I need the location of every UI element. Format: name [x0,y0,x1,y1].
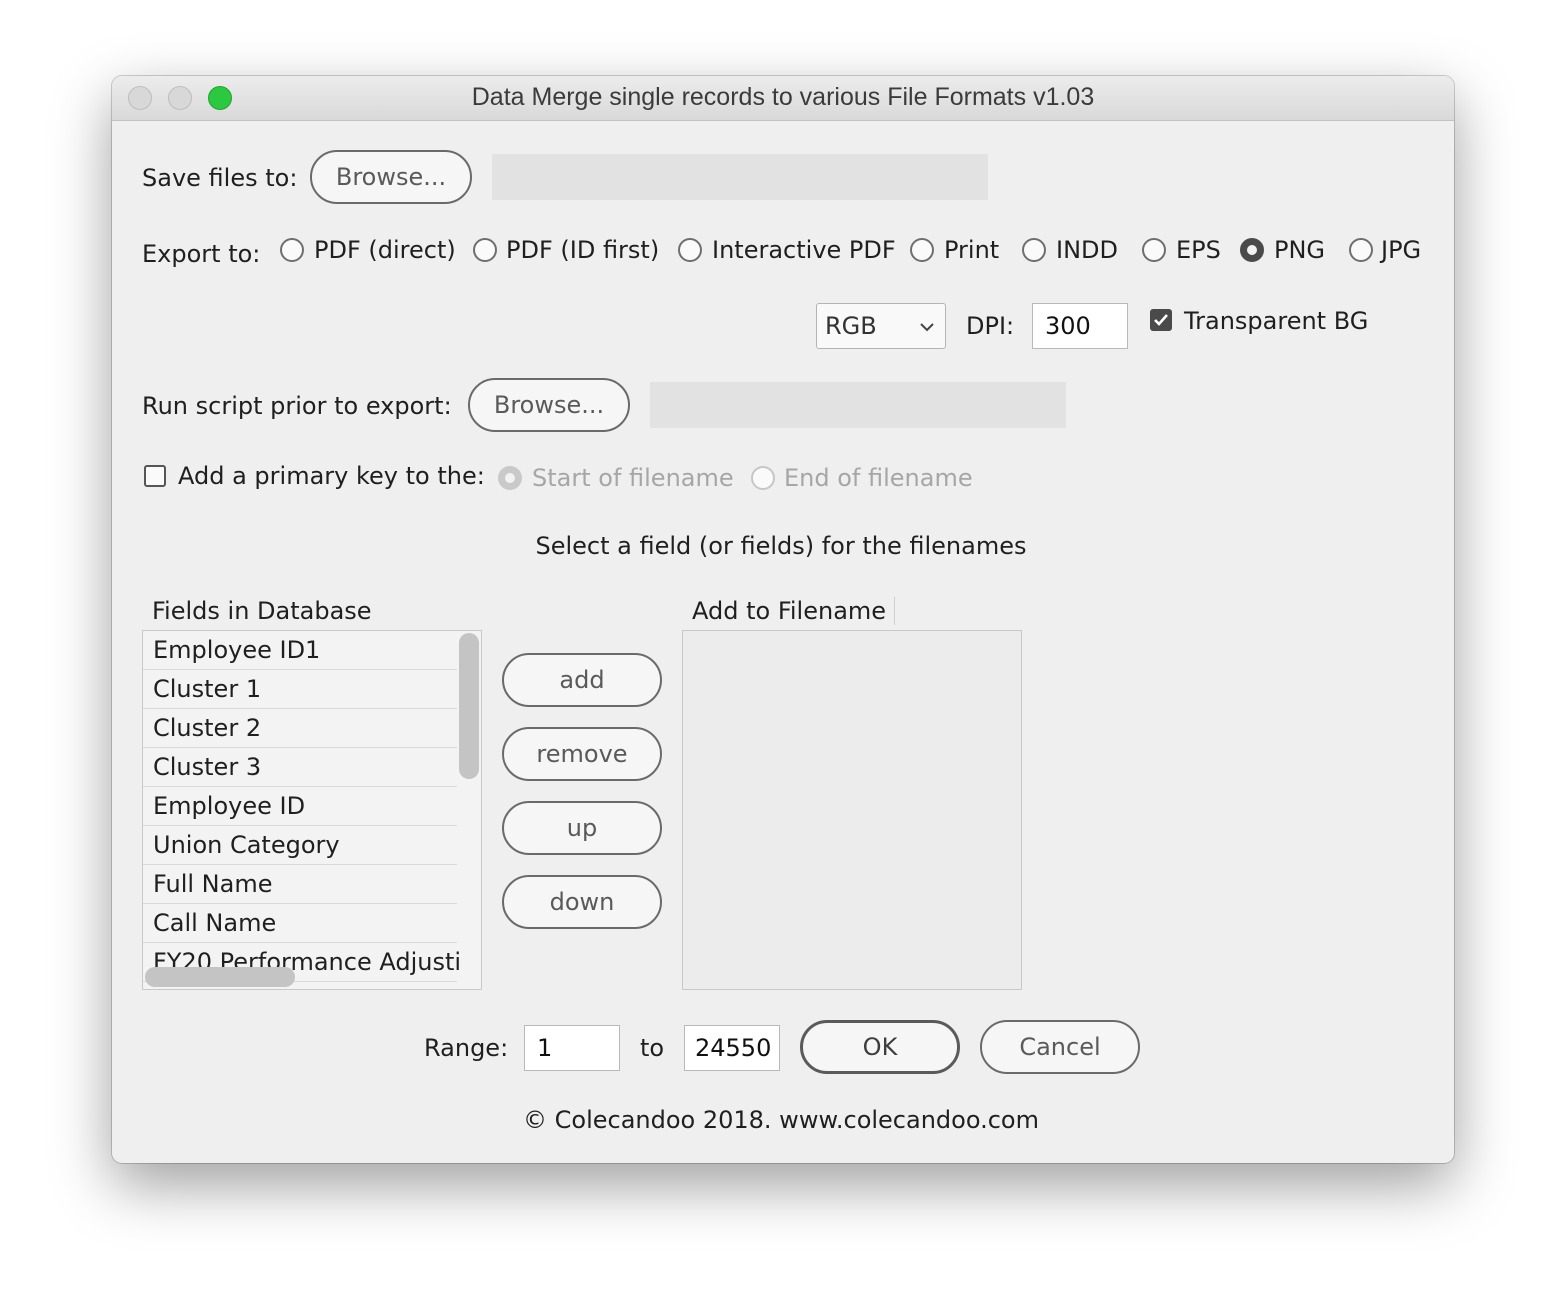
script-path-field[interactable] [650,382,1066,428]
window-title: Data Merge single records to various Fil… [471,83,1095,111]
radio-pdf-direct[interactable] [280,238,304,262]
run-script-label: Run script prior to export: [142,392,452,420]
select-fields-prompt: Select a field (or fields) for the filen… [535,532,1027,560]
add-button[interactable]: add [502,653,662,707]
range-to-input[interactable]: 24550 [684,1025,780,1071]
primary-key-checkbox[interactable] [144,465,166,487]
dpi-input[interactable]: 300 [1032,303,1128,349]
radio-pdf-id-first[interactable] [473,238,497,262]
color-mode-select[interactable]: RGB [816,303,946,349]
radio-start-of-filename[interactable] [498,466,522,490]
vertical-scrollbar[interactable] [459,633,479,779]
radio-end-of-filename[interactable] [751,466,775,490]
down-button[interactable]: down [502,875,662,929]
color-mode-value: RGB [825,312,877,340]
range-from-input[interactable]: 1 [524,1025,620,1071]
range-to-label: to [640,1034,665,1062]
ok-button[interactable]: OK [800,1020,960,1074]
radio-print[interactable] [910,238,934,262]
title-bar: Data Merge single records to various Fil… [112,76,1454,121]
list-item[interactable]: Employee ID1 [143,631,457,670]
radio-label-png: PNG [1274,236,1326,264]
filename-list-header: Add to Filename [692,597,896,625]
radio-label-end-of-filename: End of filename [784,464,973,492]
list-item[interactable]: Cluster 2 [143,709,457,748]
dpi-label: DPI: [966,312,1015,340]
radio-label-eps: EPS [1176,236,1221,264]
radio-label-start-of-filename: Start of filename [532,464,734,492]
radio-indd[interactable] [1022,238,1046,262]
cancel-button[interactable]: Cancel [980,1020,1140,1074]
list-item[interactable]: Full Name [143,865,457,904]
save-path-field[interactable] [492,154,988,200]
horizontal-scrollbar[interactable] [145,967,295,987]
fields-list[interactable]: Employee ID1 Cluster 1 Cluster 2 Cluster… [142,630,482,990]
up-button[interactable]: up [502,801,662,855]
list-item[interactable]: Cluster 1 [143,670,457,709]
remove-button[interactable]: remove [502,727,662,781]
filename-list[interactable] [682,630,1022,990]
transparent-bg-checkbox[interactable] [1150,309,1172,331]
list-item[interactable]: Employee ID [143,787,457,826]
radio-interactive-pdf[interactable] [678,238,702,262]
fields-list-header: Fields in Database [152,597,372,625]
save-files-label: Save files to: [142,164,298,192]
radio-label-interactive-pdf: Interactive PDF [712,236,896,264]
range-label: Range: [424,1034,509,1062]
radio-label-pdf-direct: PDF (direct) [314,236,456,264]
checkmark-icon [1154,314,1168,326]
chevron-down-icon [920,323,934,332]
footer-copyright: © Colecandoo 2018. www.colecandoo.com [523,1106,1039,1134]
radio-label-print: Print [944,236,1000,264]
radio-label-jpg: JPG [1381,236,1422,264]
primary-key-label: Add a primary key to the: [178,462,485,490]
script-browse-button[interactable]: Browse... [468,378,630,432]
radio-eps[interactable] [1142,238,1166,262]
transparent-bg-label: Transparent BG [1184,307,1369,335]
save-browse-button[interactable]: Browse... [310,150,472,204]
list-item[interactable]: Cluster 3 [143,748,457,787]
list-item[interactable]: Call Name [143,904,457,943]
list-item[interactable]: Union Category [143,826,457,865]
dialog-window: Data Merge single records to various Fil… [112,76,1454,1163]
radio-label-pdf-id-first: PDF (ID first) [506,236,660,264]
radio-png[interactable] [1240,238,1264,262]
radio-label-indd: INDD [1056,236,1118,264]
radio-jpg[interactable] [1349,238,1373,262]
export-to-label: Export to: [142,240,261,268]
